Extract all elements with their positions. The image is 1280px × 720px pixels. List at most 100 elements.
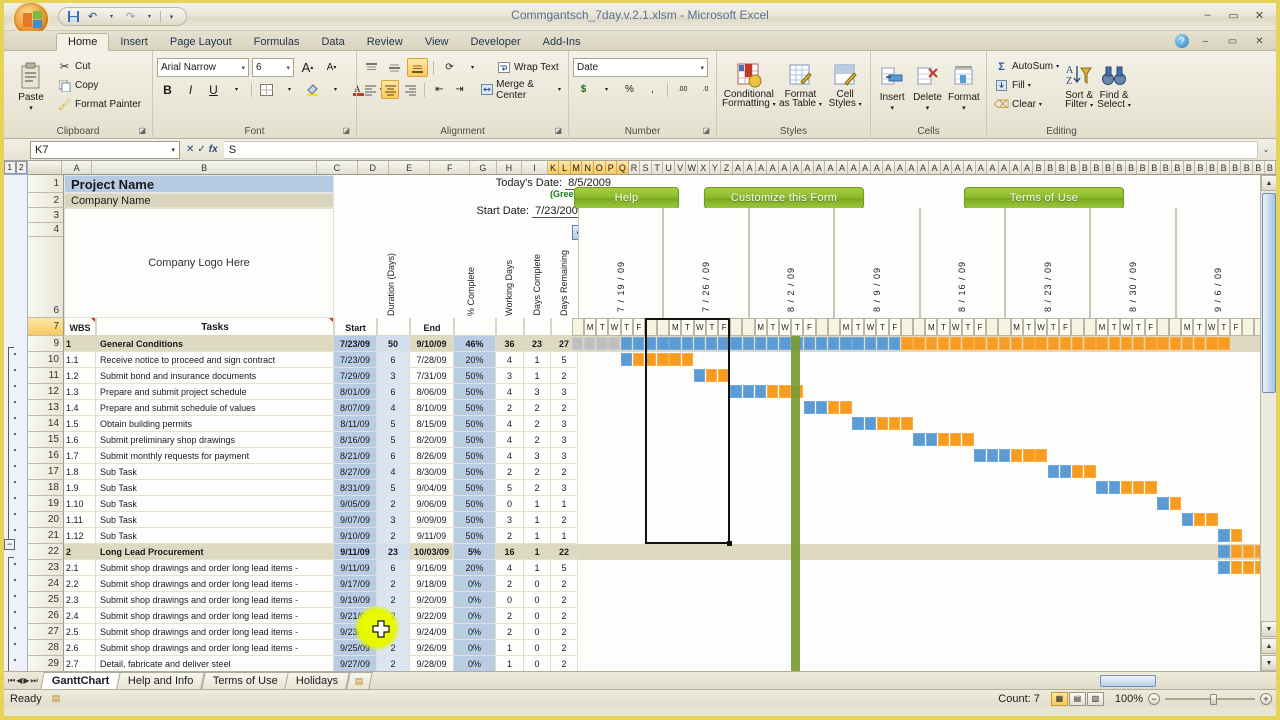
row-header-16[interactable]: 16 xyxy=(28,448,64,464)
format-cells-dropdown-icon[interactable]: ▾ xyxy=(962,103,966,114)
zoom-out-button[interactable]: − xyxy=(1148,692,1160,705)
column-header-Y-23[interactable]: Y xyxy=(710,161,722,174)
cell-task[interactable]: Submit shop drawings and order long lead… xyxy=(96,640,334,656)
percent-button[interactable]: % xyxy=(619,80,640,99)
clear-button[interactable]: ⌫ Clear ▾ xyxy=(991,95,1062,114)
cell-styles-button[interactable]: Cell Styles ▾ xyxy=(824,56,866,110)
cell-pct[interactable]: 50% xyxy=(454,464,496,480)
cell-end[interactable]: 9/28/09 xyxy=(410,656,454,671)
tab-home[interactable]: Home xyxy=(56,33,110,52)
font-family-select[interactable]: Arial Narrow ▾ xyxy=(157,58,249,77)
cell-start[interactable]: 9/11/09 xyxy=(334,544,377,560)
row-header-26[interactable]: 26 xyxy=(28,608,64,624)
vertical-scroll-thumb[interactable] xyxy=(1262,193,1276,393)
cell-duration[interactable]: 2 xyxy=(377,656,410,671)
autosum-dropdown-icon[interactable]: ▾ xyxy=(1056,63,1059,70)
cell-wbs[interactable]: 2.2 xyxy=(64,576,96,592)
delete-cells-button[interactable]: Delete ▾ xyxy=(909,58,945,114)
cell-end[interactable]: 8/26/09 xyxy=(410,448,454,464)
cell-task[interactable]: Prepare and submit schedule of values xyxy=(96,400,334,416)
cell-pct[interactable]: 0% xyxy=(454,640,496,656)
table-row[interactable]: 1.11 Sub Task 9/07/09 3 9/09/09 50% 3 1 2 xyxy=(64,512,1260,528)
tab-review[interactable]: Review xyxy=(356,34,414,51)
cell-end[interactable]: 9/09/09 xyxy=(410,512,454,528)
cell-duration[interactable]: 3 xyxy=(377,512,410,528)
table-row[interactable]: 1.5 Obtain building permits 8/11/09 5 8/15/0… xyxy=(64,416,1260,432)
customize-form-button[interactable]: Customize this Form xyxy=(704,187,864,209)
column-header-A-27[interactable]: A xyxy=(756,161,768,174)
tab-developer[interactable]: Developer xyxy=(459,34,531,51)
table-row[interactable]: 2.6 Submit shop drawings and order long l… xyxy=(64,640,1260,656)
cell-pct[interactable]: 0% xyxy=(454,576,496,592)
fill-color-dropdown-icon[interactable]: ▾ xyxy=(325,80,346,99)
fill-color-button[interactable] xyxy=(302,80,323,99)
column-header-B-65[interactable]: B xyxy=(1195,161,1207,174)
cell-end[interactable]: 9/16/09 xyxy=(410,560,454,576)
column-header-A-36[interactable]: A xyxy=(860,161,872,174)
row-header-24[interactable]: 24 xyxy=(28,576,64,592)
cell-end[interactable]: 9/10/09 xyxy=(410,336,454,352)
outline-dot[interactable] xyxy=(14,611,16,613)
row-header-19[interactable]: 19 xyxy=(28,496,64,512)
cell-duration[interactable]: 6 xyxy=(377,560,410,576)
format-painter-button[interactable]: 🖌 Format Painter xyxy=(54,95,144,114)
column-header-V-20[interactable]: V xyxy=(675,161,687,174)
cell-working[interactable]: 2 xyxy=(496,528,524,544)
cell-pct[interactable]: 5% xyxy=(454,544,496,560)
cell-complete[interactable]: 1 xyxy=(524,368,551,384)
cell-wbs[interactable]: 2.7 xyxy=(64,656,96,671)
scroll-down-button[interactable]: ▼ xyxy=(1261,621,1276,637)
cell-complete[interactable]: 1 xyxy=(524,560,551,576)
cell-duration[interactable]: 50 xyxy=(377,336,410,352)
column-header-A-45[interactable]: A xyxy=(964,161,976,174)
table-row[interactable]: 1.2 Submit bond and insurance documents 7/… xyxy=(64,368,1260,384)
row-header-1[interactable]: 1 xyxy=(28,175,64,193)
horizontal-scroll-area[interactable] xyxy=(369,674,1276,687)
cell-wbs[interactable]: 1.1 xyxy=(64,352,96,368)
cell-start[interactable]: 8/07/09 xyxy=(334,400,377,416)
cell-wbs[interactable]: 1.12 xyxy=(64,528,96,544)
increase-indent-button[interactable]: ⇥ xyxy=(450,80,468,99)
help-button[interactable]: Help xyxy=(574,187,679,209)
cell-wbs[interactable]: 1.4 xyxy=(64,400,96,416)
find-select-button[interactable]: Find & Select ▾ xyxy=(1096,57,1132,111)
cell-start[interactable]: 9/17/09 xyxy=(334,576,377,592)
conditional-formatting-button[interactable]: Conditional Formatting ▾ xyxy=(721,56,777,110)
cell-wbs[interactable]: 1 xyxy=(64,336,96,352)
sort-filter-button[interactable]: AZ Sort & Filter ▾ xyxy=(1062,57,1096,111)
cell-end[interactable]: 9/11/09 xyxy=(410,528,454,544)
column-header-B-53[interactable]: B xyxy=(1056,161,1069,174)
currency-button[interactable]: $ xyxy=(573,80,594,99)
tab-data[interactable]: Data xyxy=(310,34,355,51)
cell-task[interactable]: Submit shop drawings and order long lead… xyxy=(96,624,334,640)
row-header-6[interactable]: 6 xyxy=(28,237,64,318)
cell-task[interactable]: Submit preliminary shop drawings xyxy=(96,432,334,448)
outline-collapse-group2-button[interactable]: − xyxy=(4,539,15,550)
cell-wbs[interactable]: 1.3 xyxy=(64,384,96,400)
cell-working[interactable]: 1 xyxy=(496,656,524,671)
outline-dot[interactable] xyxy=(14,595,16,597)
italic-button[interactable]: I xyxy=(180,80,201,99)
cell-complete[interactable]: 3 xyxy=(524,448,551,464)
outline-dot[interactable] xyxy=(14,417,16,419)
column-header-A-31[interactable]: A xyxy=(802,161,814,174)
select-all-button[interactable] xyxy=(28,161,63,174)
cell-pct[interactable]: 50% xyxy=(454,400,496,416)
cell-start[interactable]: 7/23/09 xyxy=(334,336,377,352)
table-row[interactable]: 2.4 Submit shop drawings and order long l… xyxy=(64,608,1260,624)
column-header-A-25[interactable]: A xyxy=(733,161,745,174)
name-box[interactable]: K7 ▾ xyxy=(30,140,180,159)
column-header-A-43[interactable]: A xyxy=(941,161,953,174)
cell-task[interactable]: Long Lead Procurement xyxy=(96,544,334,560)
cell-complete[interactable]: 2 xyxy=(524,464,551,480)
column-header-A-37[interactable]: A xyxy=(871,161,884,174)
cell-working[interactable]: 4 xyxy=(496,432,524,448)
cell-pct[interactable]: 50% xyxy=(454,368,496,384)
cell-pct[interactable]: 50% xyxy=(454,448,496,464)
outline-dot[interactable] xyxy=(14,401,16,403)
grow-font-button[interactable]: A ▴ xyxy=(297,58,318,77)
row-header-11[interactable]: 11 xyxy=(28,368,64,384)
cell-wbs[interactable]: 2 xyxy=(64,544,96,560)
column-header-S-17[interactable]: S xyxy=(640,161,652,174)
merge-center-button[interactable]: Merge & Center ▾ xyxy=(478,79,564,101)
